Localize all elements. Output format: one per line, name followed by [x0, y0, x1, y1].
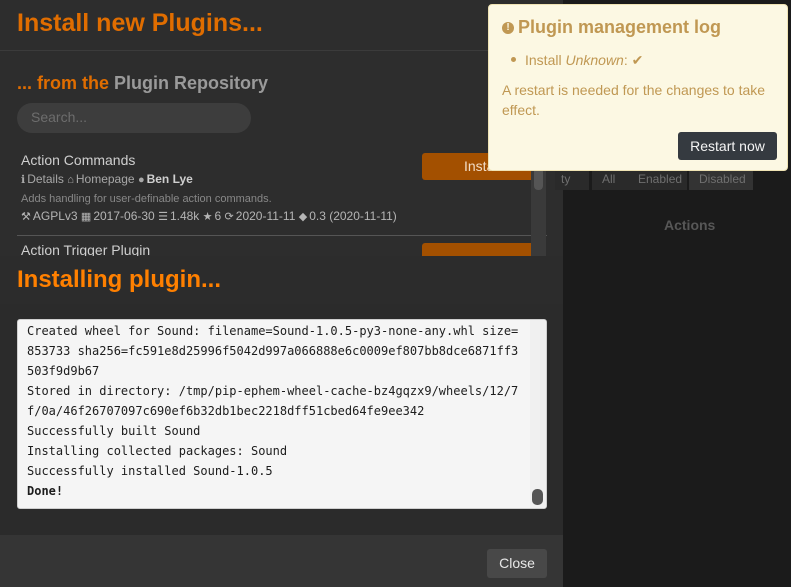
log-line: Successfully installed Sound-1.0.5	[27, 464, 273, 478]
install-log[interactable]: Created wheel for Sound: filename=Sound-…	[17, 319, 547, 509]
notification-log-item: Install Unknown: ✔	[511, 52, 643, 69]
log-line: Created wheel for Sound: filename=Sound-…	[27, 324, 519, 338]
gavel-icon: ⚒	[21, 211, 31, 223]
repository-link[interactable]: Plugin Repository	[114, 73, 268, 93]
log-item-suffix: :	[623, 52, 628, 68]
plugin-management-notification: ! Plugin management log Install Unknown: …	[488, 4, 788, 171]
plugin-description: Adds handling for user-definable action …	[21, 193, 272, 205]
homepage-link[interactable]: Homepage	[76, 172, 135, 186]
repository-heading: ... from the Plugin Repository	[17, 73, 268, 94]
install-log-text: Created wheel for Sound: filename=Sound-…	[27, 321, 527, 501]
plugin-date: 2017-06-30	[93, 209, 155, 223]
tab-disabled[interactable]: Disabled	[689, 168, 753, 190]
plugin-stats: ⚒ AGPLv3 ▦ 2017-06-30 ☰ 1.48k ★ 6 ⟳ 2020-11-1…	[21, 209, 543, 227]
divider	[0, 50, 563, 51]
bullet	[511, 57, 516, 62]
plugin-list: Action Commands ℹ Details ⌂ Homepage ● Ben …	[17, 146, 547, 261]
log-line: 503f9d9b67	[27, 364, 100, 378]
refresh-icon: ⟳	[224, 211, 234, 223]
close-button[interactable]: Close	[487, 549, 547, 578]
log-line: Successfully built Sound	[27, 424, 201, 438]
notification-title-row: ! Plugin management log	[502, 17, 721, 38]
plugin-version: 0.3 (2020-11-11)	[309, 209, 397, 223]
exclamation-circle-icon: !	[502, 22, 514, 34]
modal-footer: Close	[0, 535, 563, 587]
plugin-downloads: 1.48k	[169, 209, 200, 223]
modal-header: Installing plugin...	[0, 256, 563, 304]
log-line: 853733 sha256=fc591e8d25996f5042d997a066…	[27, 344, 519, 358]
modal-body: Created wheel for Sound: filename=Sound-…	[0, 304, 563, 535]
details-link[interactable]: Details	[27, 172, 64, 186]
restart-now-button[interactable]: Restart now	[678, 132, 777, 160]
notification-message: A restart is needed for the changes to t…	[502, 82, 766, 118]
tab-all[interactable]: All	[592, 168, 628, 190]
repository-heading-prefix: ... from the	[17, 73, 110, 93]
notification-title: Plugin management log	[518, 17, 722, 37]
list-item: Action Commands ℹ Details ⌂ Homepage ● Ben …	[17, 146, 547, 236]
plugin-stars: 6	[214, 209, 222, 223]
plugin-author: Ben Lye	[146, 172, 193, 186]
plugin-updated: 2020-11-11	[235, 209, 296, 223]
log-line: f/0a/46f26707097c690ef6b32db1bec2218dff5…	[27, 404, 425, 418]
checkmark-icon: ✔	[631, 52, 644, 68]
home-icon: ⌂	[67, 174, 74, 186]
tab-partial[interactable]: ty	[555, 168, 589, 190]
calendar-icon: ▦	[80, 211, 92, 223]
downloads-icon: ☰	[158, 211, 168, 223]
installing-plugin-modal: Installing plugin... Created wheel for S…	[0, 256, 563, 587]
info-icon: ℹ	[21, 174, 26, 186]
log-line: Installing collected packages: Sound	[27, 444, 288, 458]
log-item-name: Unknown	[565, 52, 624, 68]
user-icon: ●	[137, 174, 145, 186]
search-input[interactable]: Search...	[17, 103, 251, 133]
actions-column-header: Actions	[664, 217, 716, 233]
log-line: Stored in directory: /tmp/pip-ephem-whee…	[27, 384, 519, 398]
tab-enabled[interactable]: Enabled	[628, 168, 687, 190]
modal-title: Installing plugin...	[17, 266, 221, 293]
log-done: Done!	[27, 484, 64, 498]
log-scrollbar[interactable]	[530, 320, 546, 508]
log-scrollbar-thumb[interactable]	[532, 489, 543, 505]
star-icon: ★	[202, 211, 213, 223]
dialog-title: Install new Plugins...	[17, 9, 263, 37]
log-item-prefix: Install	[525, 52, 562, 68]
tag-icon: ◆	[298, 211, 308, 223]
plugin-license: AGPLv3	[32, 209, 78, 223]
